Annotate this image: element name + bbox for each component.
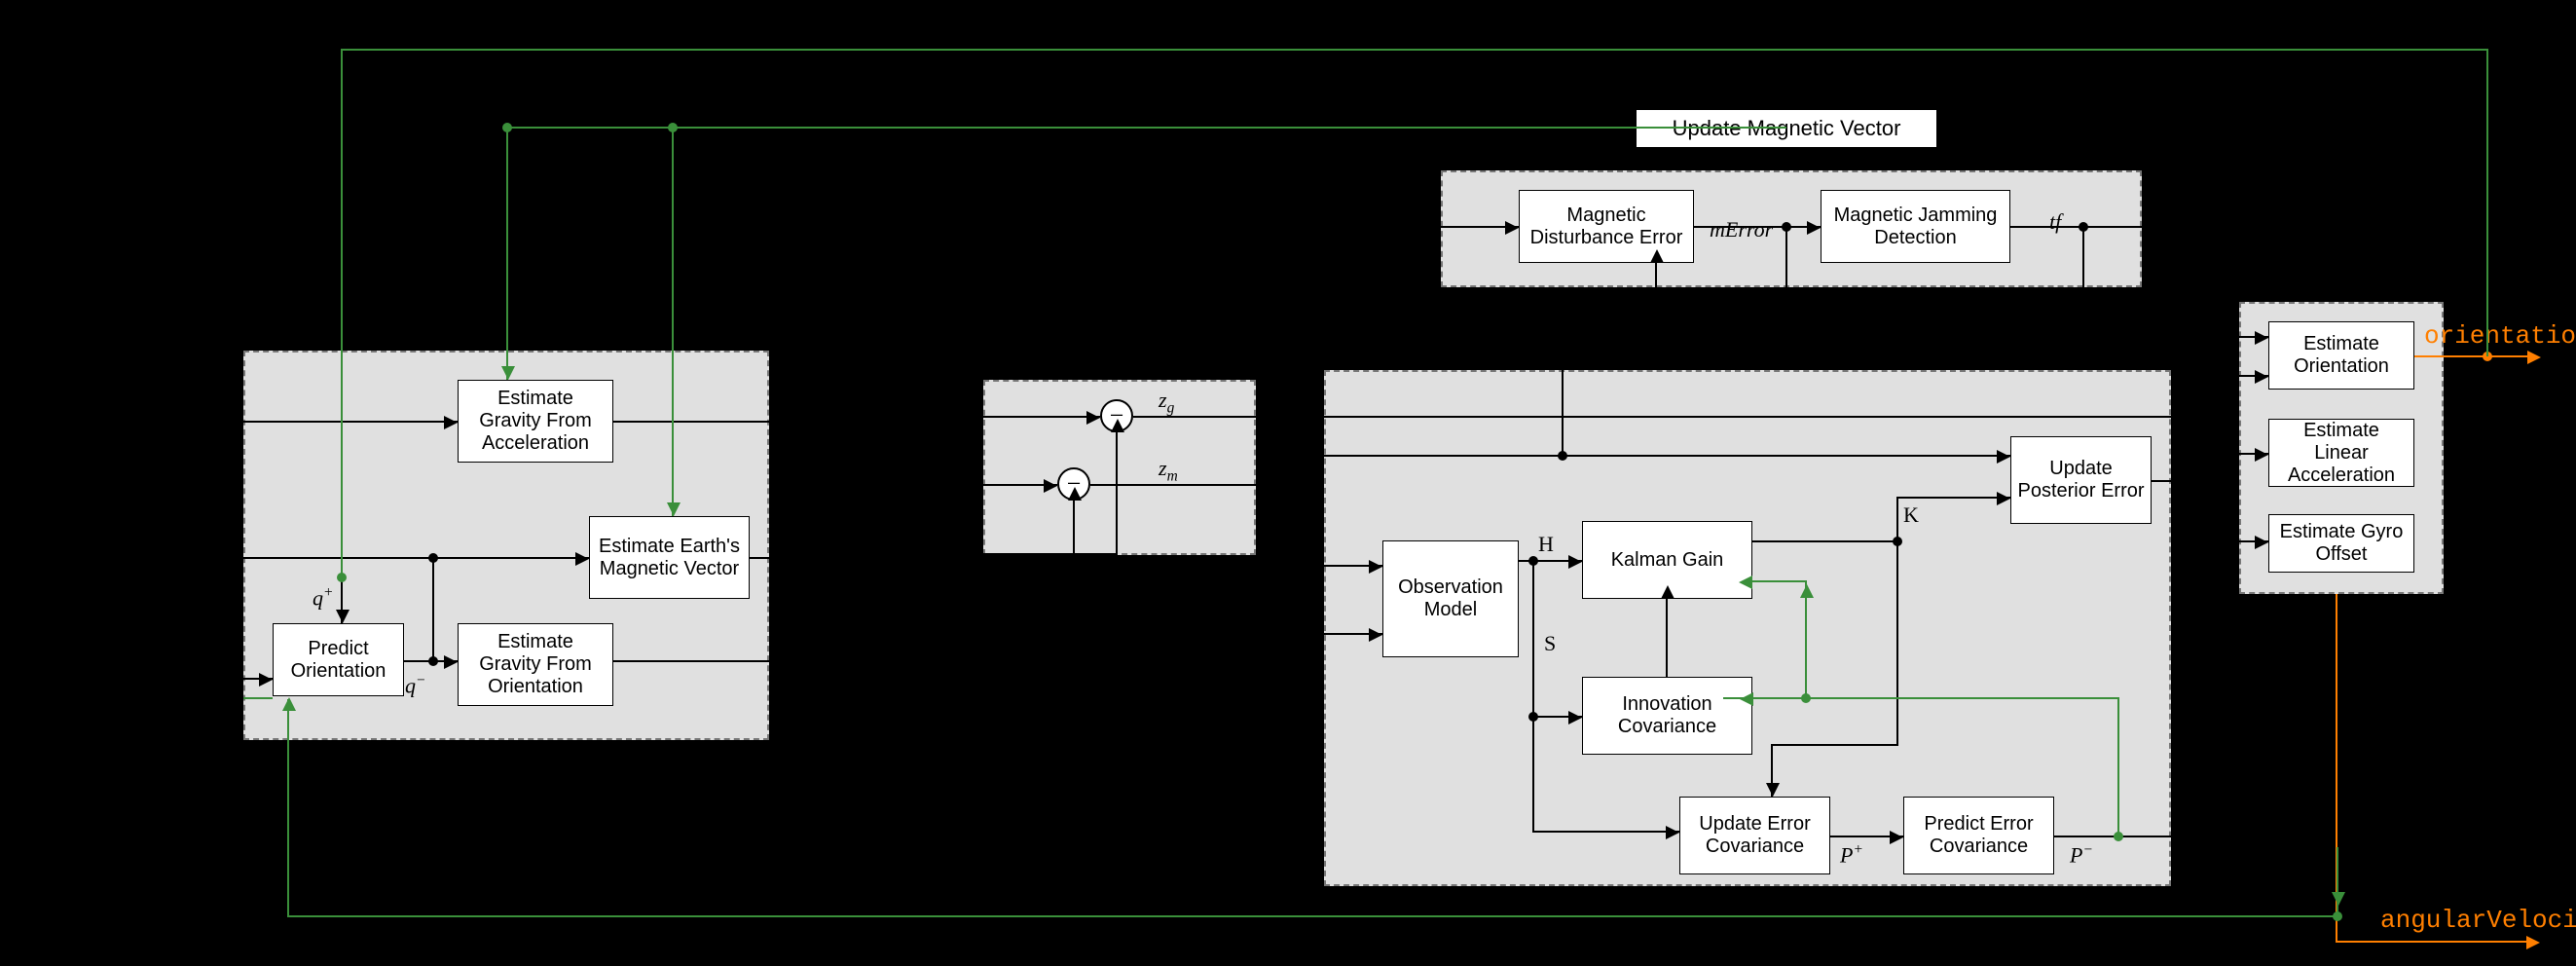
block-est-orientation: Estimate Orientation xyxy=(2268,321,2414,390)
diagram-canvas: Update Magnetic Vector Magnetic Disturba… xyxy=(0,0,2576,966)
output-label-orientation: orientation xyxy=(2424,321,2576,351)
block-mag-disturb-error: Magnetic Disturbance Error xyxy=(1519,190,1694,263)
block-predict-orientation: Predict Orientation xyxy=(273,623,404,696)
block-innovation-cov: Innovation Covariance xyxy=(1582,677,1752,755)
block-update-post-error: Update Posterior Error xyxy=(2010,436,2152,524)
block-predict-err-cov: Predict Error Covariance xyxy=(1903,797,2054,874)
label-K: K xyxy=(1903,502,1919,528)
block-est-gyro-offset: Estimate Gyro Offset xyxy=(2268,514,2414,573)
block-update-err-cov: Update Error Covariance xyxy=(1679,797,1830,874)
title-update-magnetic-vector: Update Magnetic Vector xyxy=(1636,109,1937,148)
label-mError: mError xyxy=(1710,217,1773,242)
label-S: S xyxy=(1544,631,1556,656)
block-est-gravity-orient: Estimate Gravity From Orientation xyxy=(458,623,613,706)
label-q-plus: q+ xyxy=(313,584,333,611)
label-q-minus: q− xyxy=(405,672,425,698)
output-label-angular-velocity: angularVelocity xyxy=(2380,906,2576,935)
label-P-minus: P− xyxy=(2070,841,2093,868)
block-est-linear-accel: Estimate Linear Acceleration xyxy=(2268,419,2414,487)
block-observation-model: Observation Model xyxy=(1382,540,1519,657)
block-mag-jam-detect: Magnetic Jamming Detection xyxy=(1821,190,2010,263)
label-zm: zm xyxy=(1159,456,1178,485)
block-est-earth-mag-vec: Estimate Earth's Magnetic Vector xyxy=(589,516,750,599)
block-est-gravity-accel: Estimate Gravity From Acceleration xyxy=(458,380,613,463)
label-H: H xyxy=(1538,532,1554,557)
label-P-plus: P+ xyxy=(1840,841,1863,868)
label-tf: tf xyxy=(2049,209,2061,235)
label-zg: zg xyxy=(1159,388,1174,417)
